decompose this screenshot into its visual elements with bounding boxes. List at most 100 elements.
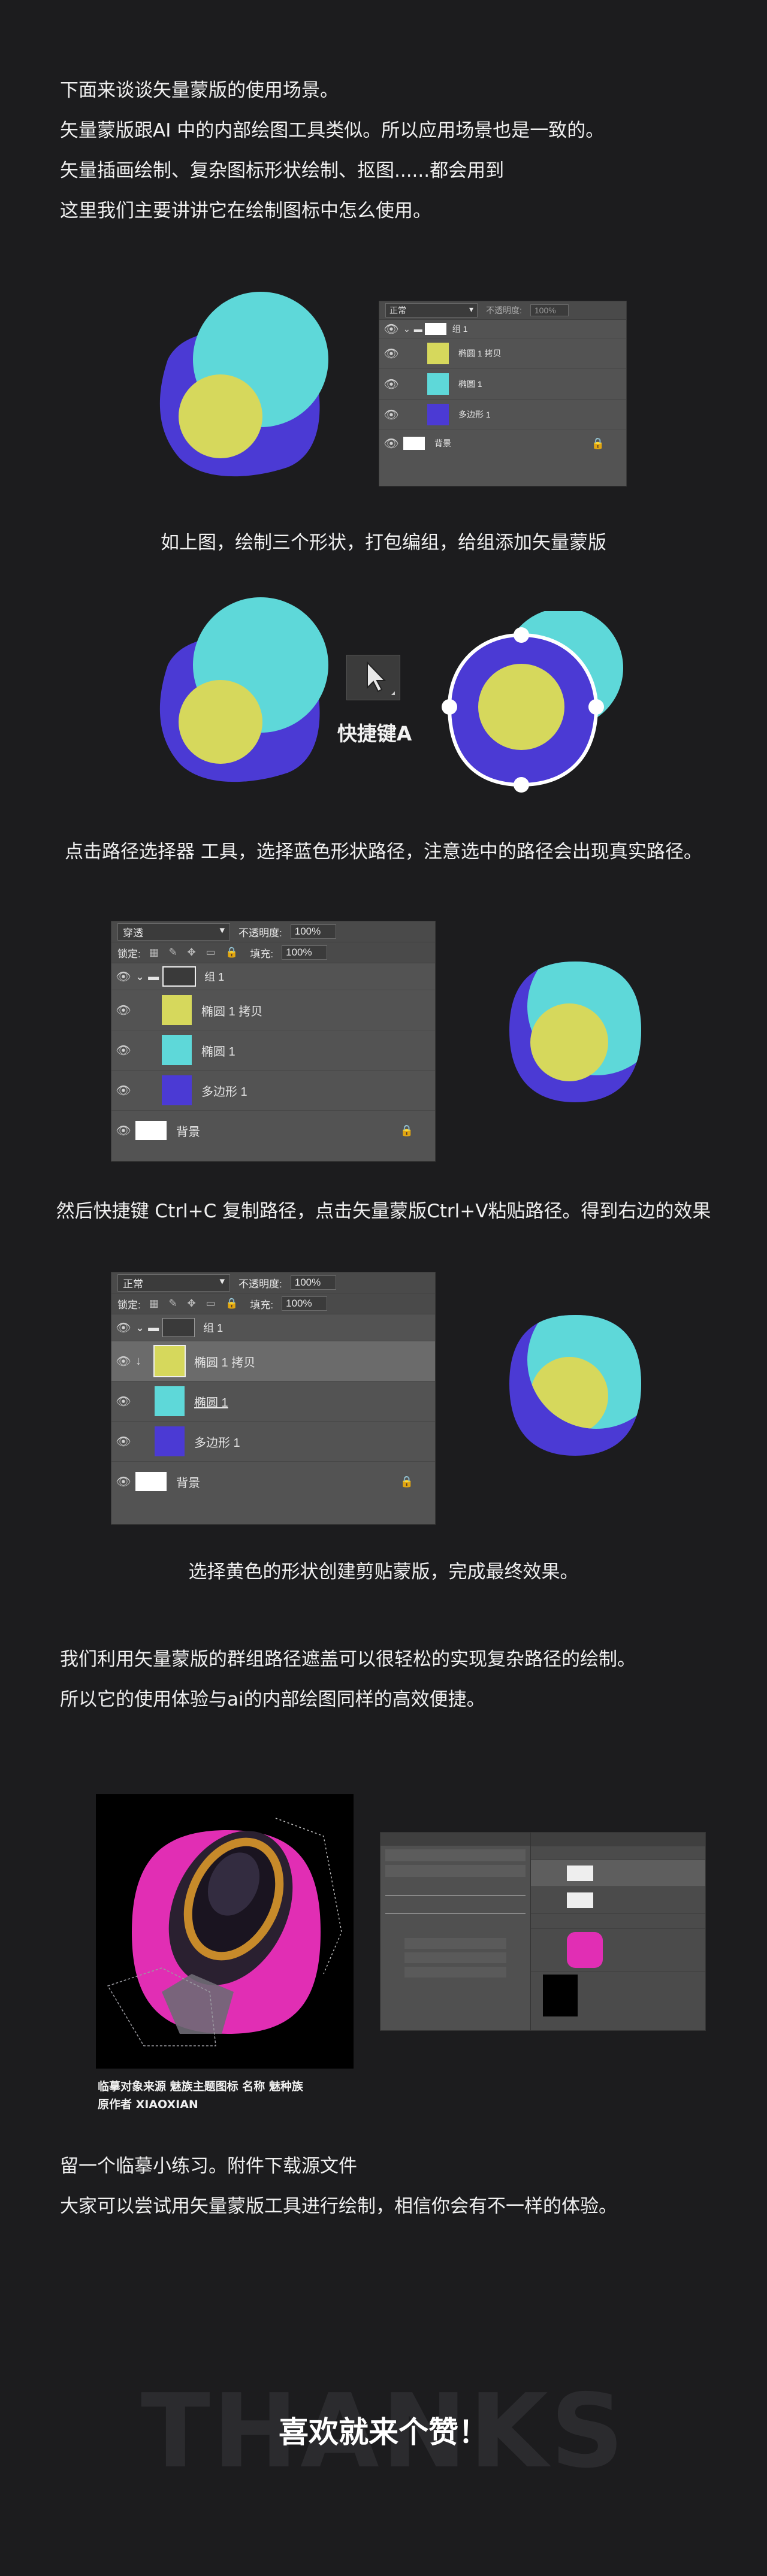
layer-name: 背景 [176, 1125, 200, 1139]
layer-row-ellipse[interactable]: 👁 椭圆 1 [111, 1030, 435, 1071]
lock-icon: 🔒 [591, 437, 605, 449]
eye-icon[interactable]: 👁 [111, 1320, 135, 1335]
opacity-input[interactable]: 100% [290, 924, 336, 939]
layer-row[interactable] [531, 1929, 705, 1972]
eye-icon[interactable]: 👁 [111, 1043, 135, 1058]
layer-row-ellipse[interactable]: 👁 椭圆 1 [111, 1381, 435, 1422]
layer-thumbnail [427, 404, 449, 425]
exercise-line: 留一个临摹小练习。附件下载源文件 [60, 2155, 357, 2177]
opacity-input[interactable]: 100% [530, 304, 569, 316]
chevron-down-icon[interactable]: ⌄ [135, 970, 144, 983]
opacity-label: 不透明度: [238, 927, 282, 939]
layer-name: 椭圆 1 [194, 1396, 228, 1410]
fill-input[interactable]: 100% [282, 1296, 328, 1311]
eye-icon[interactable]: 👁 [379, 322, 403, 337]
lock-icon: 🔒 [400, 1475, 413, 1487]
eye-icon[interactable]: 👁 [111, 1003, 135, 1018]
layer-thumbnail [427, 343, 449, 364]
layer-row-polygon[interactable]: 👁 多边形 1 [111, 1422, 435, 1462]
exercise-text: 留一个临摹小练习。附件下载源文件 大家可以尝试用矢量蒙版工具进行绘制，相信你会有… [60, 2146, 719, 2227]
eye-icon[interactable]: 👁 [111, 1123, 135, 1138]
shapes-before-selection [159, 597, 328, 782]
layer-name: 椭圆 1 [458, 379, 482, 389]
folder-icon: ▬ [148, 970, 159, 982]
panel-toolbar: 正常 ▾ 不透明度: 100% [379, 301, 626, 320]
layer-name: 多边形 1 [458, 410, 491, 419]
eye-icon[interactable]: 👁 [379, 377, 403, 392]
property-button[interactable] [404, 1938, 506, 1949]
layer-row-background[interactable]: 👁 背景 🔒 [379, 430, 626, 456]
layers-panel-step3: 穿透 ▾ 不透明度: 100% 锁定: ▦ ✎ ✥ ▭ 🔒 填充: 100% 👁 … [111, 921, 436, 1162]
layer-row-ellipse-copy[interactable]: 👁 椭圆 1 拷贝 [111, 990, 435, 1030]
mask-thumbnail [567, 1866, 593, 1881]
eye-icon[interactable]: 👁 [111, 1083, 135, 1098]
layer-name: 椭圆 1 拷贝 [194, 1356, 256, 1369]
layer-row-polygon[interactable]: 👁 多边形 1 [379, 400, 626, 430]
folder-icon: ▬ [413, 324, 422, 334]
blend-mode-select[interactable]: 正常 ▾ [117, 1274, 230, 1292]
lock-icon: 🔒 [400, 1124, 413, 1136]
step3-caption: 然后快捷键 Ctrl+C 复制路径，点击矢量蒙版Ctrl+V粘贴路径。得到右边的… [56, 1201, 711, 1222]
layer-row-background[interactable]: 👁 背景 🔒 [111, 1462, 435, 1501]
layer-name: 多边形 1 [201, 1085, 247, 1099]
path-anchor-point [514, 777, 529, 793]
reference-credits: 临摹对象来源 魅族主题图标 名称 魅种族 原作者 XIAOXIAN [98, 2078, 303, 2114]
property-button[interactable] [404, 1967, 506, 1978]
eye-icon[interactable]: 👁 [379, 346, 403, 361]
blend-mode-select[interactable]: 穿透 ▾ [117, 923, 230, 941]
opacity-label: 不透明度: [238, 1278, 282, 1290]
eye-icon[interactable]: 👁 [111, 1394, 135, 1409]
layer-thumbnail [155, 1386, 185, 1416]
layer-row-ellipse-copy[interactable]: 👁 椭圆 1 拷贝 [379, 338, 626, 369]
layer-row[interactable] [531, 1860, 705, 1887]
density-slider[interactable] [385, 1895, 526, 1896]
layer-row-polygon[interactable]: 👁 多边形 1 [111, 1071, 435, 1111]
layer-row-group[interactable]: 👁 ⌄ ▬ 组 1 [111, 1314, 435, 1341]
layer-row-group[interactable]: 👁 ⌄ ▬ 组 1 [379, 320, 626, 338]
vector-mask-thumbnail[interactable] [162, 1318, 195, 1337]
layer-row-ellipse[interactable]: 👁 椭圆 1 [379, 369, 626, 400]
lock-options-icons[interactable]: ▦ ✎ ✥ ▭ 🔒 [149, 1298, 242, 1310]
layers-panel-step1: 正常 ▾ 不透明度: 100% 👁 ⌄ ▬ 组 1 👁 椭圆 1 拷贝 👁 椭圆 … [379, 301, 627, 486]
path-selection-tool-button[interactable] [346, 655, 400, 700]
eye-icon[interactable]: 👁 [379, 407, 403, 422]
properties-panel [381, 1833, 531, 2030]
eye-icon[interactable]: 👁 [379, 436, 403, 451]
yellow-circle-shape [179, 680, 262, 764]
property-row [385, 1849, 526, 1861]
path-anchor-point [514, 627, 529, 643]
folder-icon: ▬ [148, 1321, 159, 1334]
reference-artwork [96, 1794, 354, 2069]
eye-icon[interactable]: 👁 [111, 969, 135, 984]
chevron-down-icon[interactable]: ⌄ [403, 324, 410, 334]
summary-line: 我们利用矢量蒙版的群组路径遮盖可以很轻松的实现复杂路径的绘制。 [60, 1649, 636, 1670]
layer-name: 组 1 [204, 971, 225, 983]
feather-slider[interactable] [385, 1913, 526, 1914]
eye-icon[interactable]: 👁 [111, 1474, 135, 1489]
property-button[interactable] [404, 1952, 506, 1963]
layer-row[interactable] [531, 1972, 705, 2019]
layer-row-ellipse-copy-selected[interactable]: 👁 ↓ 椭圆 1 拷贝 [111, 1341, 435, 1381]
opacity-input[interactable]: 100% [290, 1275, 336, 1290]
layer-row-background[interactable]: 👁 背景 🔒 [111, 1111, 435, 1150]
layer-row[interactable] [531, 1846, 705, 1860]
intro-line: 这里我们主要讲讲它在绘制图标中怎么使用。 [60, 200, 431, 222]
credit-line: 原作者 XIAOXIAN [98, 2098, 198, 2111]
blend-mode-select[interactable]: 正常 ▾ [385, 303, 478, 318]
fill-input[interactable]: 100% [282, 945, 328, 960]
fill-label: 填充: [250, 1299, 274, 1311]
layer-name: 椭圆 1 [201, 1045, 235, 1059]
layer-row[interactable] [531, 1887, 705, 1914]
layer-name: 椭圆 1 拷贝 [458, 349, 502, 358]
eye-icon[interactable]: 👁 [111, 1354, 135, 1369]
vector-mask-thumbnail[interactable] [162, 966, 197, 987]
layer-row[interactable] [531, 1914, 705, 1929]
opacity-label: 不透明度: [486, 306, 522, 315]
layers-panel-mini [531, 1833, 705, 2030]
lock-options-icons[interactable]: ▦ ✎ ✥ ▭ 🔒 [149, 947, 242, 959]
chevron-down-icon[interactable]: ⌄ [135, 1322, 144, 1334]
vector-mask-thumbnail[interactable] [424, 323, 446, 335]
layer-thumbnail [427, 373, 449, 395]
layer-row-group[interactable]: 👁 ⌄ ▬ 组 1 [111, 963, 435, 990]
eye-icon[interactable]: 👁 [111, 1434, 135, 1449]
